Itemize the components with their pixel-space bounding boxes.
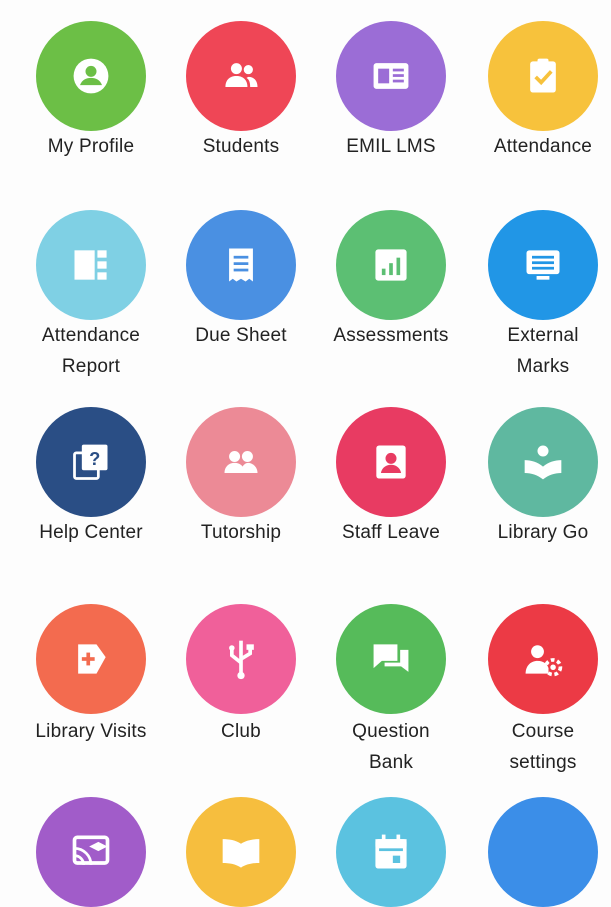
menu-tile-label[interactable]: External Marks <box>463 320 611 382</box>
menu-tile-circle[interactable]: ? <box>36 407 146 517</box>
menu-tile-label-line: settings <box>509 752 577 773</box>
menu-tile-label-line: Students <box>202 136 280 157</box>
id-card-icon <box>373 63 409 89</box>
staff-portrait-icon <box>376 445 406 479</box>
usb-icon <box>229 640 254 680</box>
menu-tile-circle[interactable] <box>488 210 598 320</box>
blank-icon <box>521 830 565 874</box>
menu-tile-label-line: Library Go <box>497 522 589 543</box>
menu-tile-label-line: Staff Leave <box>342 522 440 543</box>
svg-text:?: ? <box>89 448 100 469</box>
list-screen-icon <box>526 250 560 280</box>
visit-add-icon <box>78 644 106 674</box>
group-icon <box>224 451 258 473</box>
menu-tile-label[interactable]: Students <box>161 131 321 162</box>
menu-tile-label[interactable]: EMIL LMS <box>311 131 471 162</box>
cast-education-icon <box>72 835 110 865</box>
menu-tile-label-line: Club <box>221 721 261 742</box>
bar-chart-icon <box>375 249 407 281</box>
menu-tile-circle[interactable] <box>186 21 296 131</box>
menu-tile-circle[interactable] <box>186 604 296 714</box>
menu-tile-circle[interactable] <box>336 21 446 131</box>
menu-tile-circle[interactable] <box>488 21 598 131</box>
menu-tile-circle[interactable] <box>36 210 146 320</box>
user-avatar-icon <box>73 58 109 94</box>
menu-tile-label[interactable]: Attendance Report <box>11 320 171 382</box>
chat-bubbles-icon <box>373 644 409 672</box>
menu-tile-circle[interactable] <box>186 407 296 517</box>
menu-tile-label-line: Marks <box>516 356 570 377</box>
menu-tile-circle[interactable] <box>488 604 598 714</box>
clipboard-check-icon <box>530 58 556 93</box>
menu-tile-label-line: My Profile <box>47 136 135 157</box>
user-gear-icon <box>525 645 563 677</box>
menu-tile-label[interactable]: Library Go <box>463 517 611 548</box>
menu-tile-label-line: Report <box>61 356 121 377</box>
menu-tile-label[interactable]: Due Sheet <box>161 320 321 351</box>
menu-tile-label[interactable]: Tutorship <box>161 517 321 548</box>
menu-tile-label[interactable]: My Profile <box>11 131 171 162</box>
open-book-icon <box>222 839 260 868</box>
menu-tile-label-line: Course <box>511 721 575 742</box>
menu-tile-label-line: EMIL LMS <box>346 136 436 157</box>
calendar-icon <box>375 834 407 869</box>
menu-tile-label-line: Help Center <box>39 522 143 543</box>
menu-tile-label-line: Question <box>352 721 430 742</box>
menu-tile-circle[interactable] <box>488 797 598 907</box>
menu-tile-label[interactable]: Question Bank <box>311 716 471 778</box>
menu-tile-label-line: Assessments <box>333 325 449 346</box>
menu-tile-label-line: Due Sheet <box>195 325 287 346</box>
menu-tile-circle[interactable] <box>336 604 446 714</box>
menu-tile-circle[interactable] <box>36 21 146 131</box>
menu-tile-circle[interactable] <box>336 797 446 907</box>
menu-tile-label[interactable]: Help Center <box>11 517 171 548</box>
menu-tile-label[interactable]: Club <box>161 716 321 747</box>
menu-tile-label-line: External <box>507 325 579 346</box>
receipt-icon <box>229 248 253 282</box>
menu-tile-label-line: Attendance <box>41 325 141 346</box>
menu-tile-label-line: Library Visits <box>35 721 147 742</box>
menu-tile-label-line: Bank <box>368 752 414 773</box>
menu-tile-circle[interactable] <box>186 210 296 320</box>
help-question-icon: ? <box>73 444 108 480</box>
menu-tile-circle[interactable] <box>488 407 598 517</box>
menu-tile-label-line: Tutorship <box>200 522 282 543</box>
menu-tile-label[interactable]: Course settings <box>463 716 611 778</box>
users-icon <box>225 63 258 87</box>
menu-tile-circle[interactable] <box>336 210 446 320</box>
report-grid-icon <box>74 250 107 280</box>
menu-tile-label[interactable]: Staff Leave <box>311 517 471 548</box>
menu-tile-label[interactable]: Library Visits <box>11 716 171 747</box>
menu-tile-circle[interactable] <box>36 604 146 714</box>
menu-tile-label-line: Attendance <box>493 136 593 157</box>
menu-tile-label[interactable]: Assessments <box>311 320 471 351</box>
menu-tile-circle[interactable] <box>186 797 296 907</box>
menu-tile-circle[interactable] <box>36 797 146 907</box>
book-reader-icon <box>524 445 562 480</box>
menu-tile-label[interactable]: Attendance <box>463 131 611 162</box>
menu-tile-circle[interactable] <box>336 407 446 517</box>
